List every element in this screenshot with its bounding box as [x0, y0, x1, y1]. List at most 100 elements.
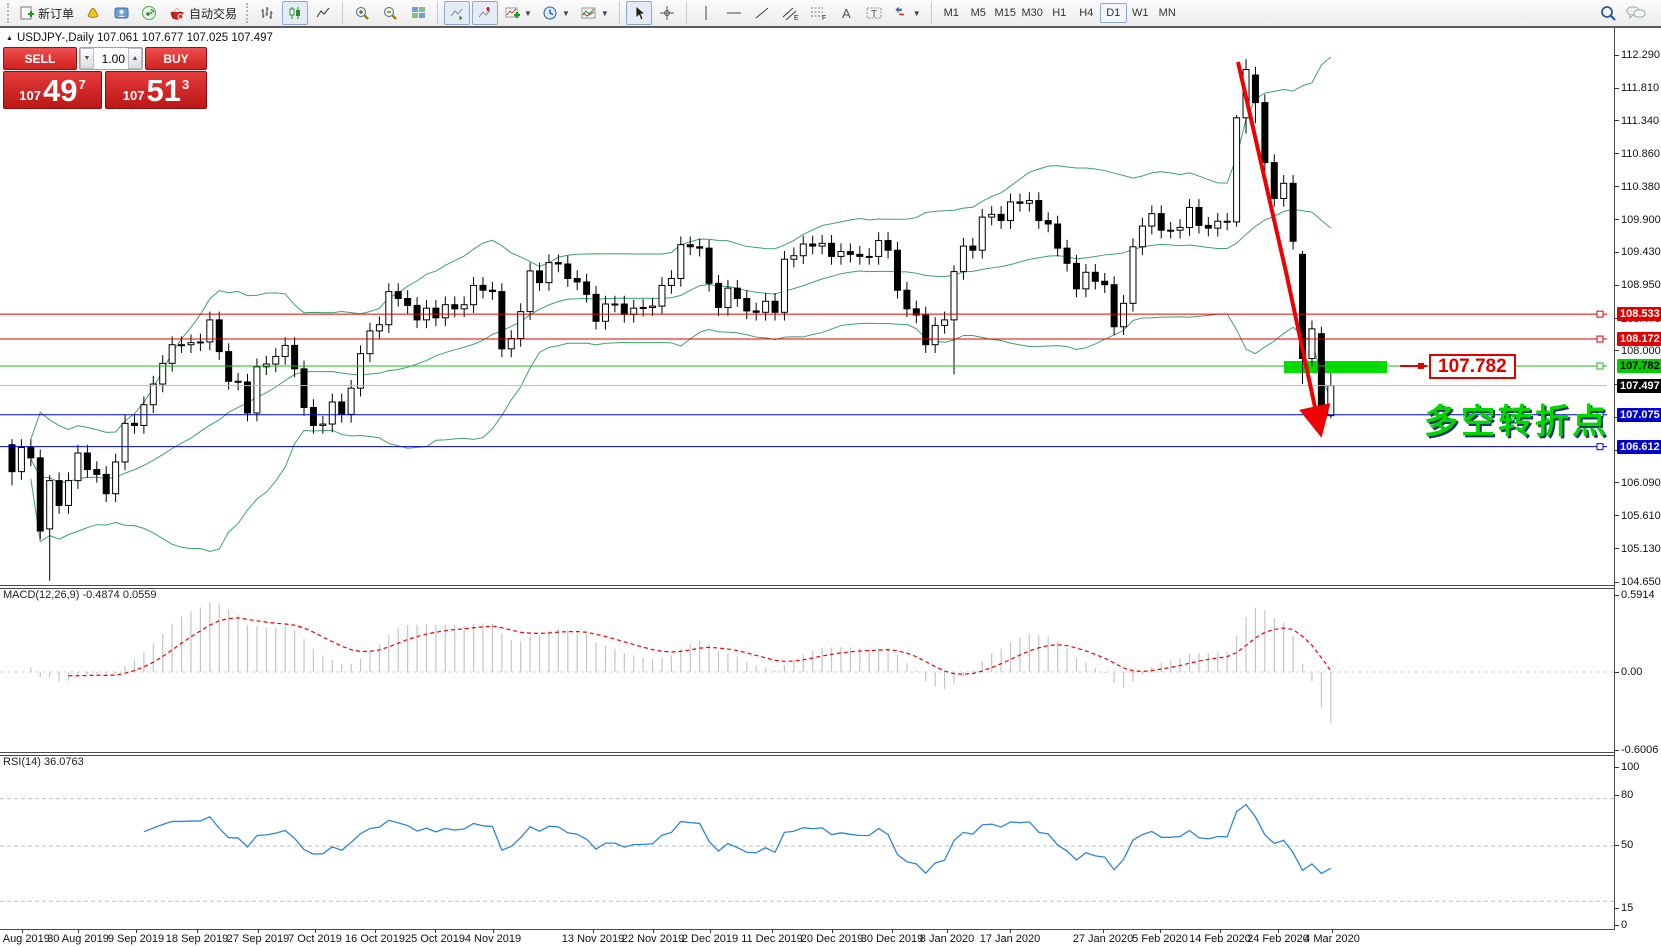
axis-tick: 80 [1615, 789, 1633, 801]
pane-separator[interactable] [0, 752, 1661, 753]
zoom-out-button[interactable] [377, 1, 403, 25]
toolbar-separator [686, 2, 687, 24]
timeframe-button-m5[interactable]: M5 [965, 3, 992, 23]
timeframe-button-mn[interactable]: MN [1154, 3, 1181, 23]
price-level-badge: 108.172 [1617, 332, 1661, 346]
axis-tick: 105.610 [1615, 510, 1661, 522]
toolbar-separator [931, 2, 932, 24]
terminal-window: 新订单 自动交易 [0, 0, 1661, 947]
auto-trading-button[interactable]: 自动交易 [164, 1, 241, 25]
chevron-down-icon: ▼ [601, 9, 609, 18]
axis-tick: 0.00 [1615, 666, 1642, 678]
rsi-pane[interactable] [0, 753, 1614, 930]
buy-price-tile[interactable]: 107 51 3 [105, 71, 207, 109]
arrows-button[interactable]: ▼ [889, 1, 925, 25]
hline-icon [726, 7, 742, 19]
timeframe-button-m30[interactable]: M30 [1019, 3, 1046, 23]
price-level-badge: 107.782 [1617, 359, 1661, 373]
text-icon: A [839, 5, 853, 21]
price-axis[interactable]: 112.290111.810111.340110.860110.380109.9… [1615, 28, 1661, 930]
date-axis[interactable]: 1 Aug 201930 Aug 20199 Sep 201918 Sep 20… [0, 930, 1661, 947]
timeframe-button-m1[interactable]: M1 [938, 3, 965, 23]
macd-pane[interactable] [0, 586, 1614, 753]
collapse-arrow-icon[interactable]: ▲ [6, 35, 13, 42]
date-tick-label: 11 Dec 2019 [741, 933, 803, 945]
templates-button[interactable]: ▼ [576, 1, 613, 25]
axis-tick: 108.950 [1615, 279, 1661, 291]
pane-separator[interactable] [0, 585, 1661, 586]
volume-stepper: ▼ ▲ [79, 47, 143, 70]
price-callout-box[interactable]: 107.782 [1429, 354, 1516, 379]
bars-chart-button[interactable] [254, 1, 280, 25]
search-icon[interactable] [1599, 4, 1617, 22]
volume-input[interactable] [94, 48, 128, 69]
auto-trading-icon [168, 5, 186, 21]
indicators-button[interactable]: ▼ [500, 1, 536, 25]
timeframe-button-m15[interactable]: M15 [992, 3, 1019, 23]
chart-shift-button[interactable] [472, 1, 498, 25]
date-tick-label: 25 Oct 2019 [405, 933, 465, 945]
timeframe-button-h4[interactable]: H4 [1073, 3, 1100, 23]
date-tick-label: 16 Oct 2019 [345, 933, 405, 945]
toolbar: 新订单 自动交易 [0, 0, 1661, 28]
timeframe-button-h1[interactable]: H1 [1046, 3, 1073, 23]
date-tick-label: 30 Aug 2019 [47, 933, 109, 945]
pane-separator [0, 588, 1661, 589]
date-tick-label: 17 Jan 2020 [980, 933, 1041, 945]
horizontal-line-button[interactable] [721, 1, 747, 25]
zoom-in-icon [354, 5, 371, 22]
volume-increase-button[interactable]: ▲ [128, 48, 142, 69]
toolbar-separator [342, 2, 343, 24]
axis-tick: -0.6006 [1615, 744, 1658, 756]
new-order-label: 新订单 [38, 5, 74, 22]
equidistant-channel-button[interactable]: E [777, 1, 803, 25]
volume-decrease-button[interactable]: ▼ [80, 48, 94, 69]
tile-windows-icon [410, 5, 427, 21]
trendline-button[interactable] [749, 1, 775, 25]
signals-button[interactable] [136, 1, 162, 25]
date-tick-label: 1 Aug 2019 [0, 933, 50, 945]
date-tick-label: 2 Dec 2019 [682, 933, 738, 945]
periods-button[interactable]: ▼ [538, 1, 574, 25]
zoom-out-icon [382, 5, 399, 22]
zoom-in-button[interactable] [349, 1, 375, 25]
crosshair-icon [659, 5, 675, 21]
chinese-annotation[interactable]: 多空转折点 [1424, 394, 1609, 443]
vertical-line-button[interactable] [693, 1, 719, 25]
chat-icon[interactable] [1625, 4, 1647, 22]
community-button[interactable] [108, 1, 134, 25]
rsi-label: RSI(14) 36.0763 [3, 756, 84, 768]
sell-price-figure: 107 [19, 88, 41, 103]
crosshair-button[interactable] [654, 1, 680, 25]
tile-windows-button[interactable] [405, 1, 431, 25]
cursor-button[interactable] [626, 1, 652, 25]
toolbar-grip[interactable] [246, 3, 249, 23]
sell-button[interactable]: SELL [3, 47, 77, 70]
periods-icon [542, 5, 558, 21]
buy-button[interactable]: BUY [145, 47, 207, 70]
toolbar-grip[interactable] [7, 3, 10, 23]
chevron-down-icon: ▼ [562, 9, 570, 18]
date-tick-label: 4 Mar 2020 [1304, 933, 1360, 945]
auto-scroll-button[interactable] [444, 1, 470, 25]
fibonacci-button[interactable]: F [805, 1, 831, 25]
axis-tick: 0.5914 [1615, 589, 1655, 601]
timeframe-button-w1[interactable]: W1 [1127, 3, 1154, 23]
sell-price-tile[interactable]: 107 49 7 [3, 71, 102, 109]
axis-tick: 50 [1615, 839, 1633, 851]
gold-ingot-button[interactable] [80, 1, 106, 25]
date-tick-label: 30 Dec 2019 [861, 933, 923, 945]
text-label-button[interactable]: T [861, 1, 887, 25]
axis-tick: 100 [1615, 761, 1639, 773]
new-order-icon [19, 5, 35, 21]
new-order-button[interactable]: 新订单 [15, 1, 78, 25]
timeframe-group: M1M5M15M30H1H4D1W1MN [938, 3, 1181, 23]
candles-chart-button[interactable] [282, 1, 308, 25]
main-chart[interactable] [0, 28, 1614, 586]
gold-ingot-icon [84, 5, 102, 21]
date-tick-label: 5 Feb 2020 [1132, 933, 1188, 945]
date-tick-label: 27 Sep 2019 [227, 933, 289, 945]
text-button[interactable]: A [833, 1, 859, 25]
timeframe-button-d1[interactable]: D1 [1100, 3, 1127, 23]
line-chart-button[interactable] [310, 1, 336, 25]
